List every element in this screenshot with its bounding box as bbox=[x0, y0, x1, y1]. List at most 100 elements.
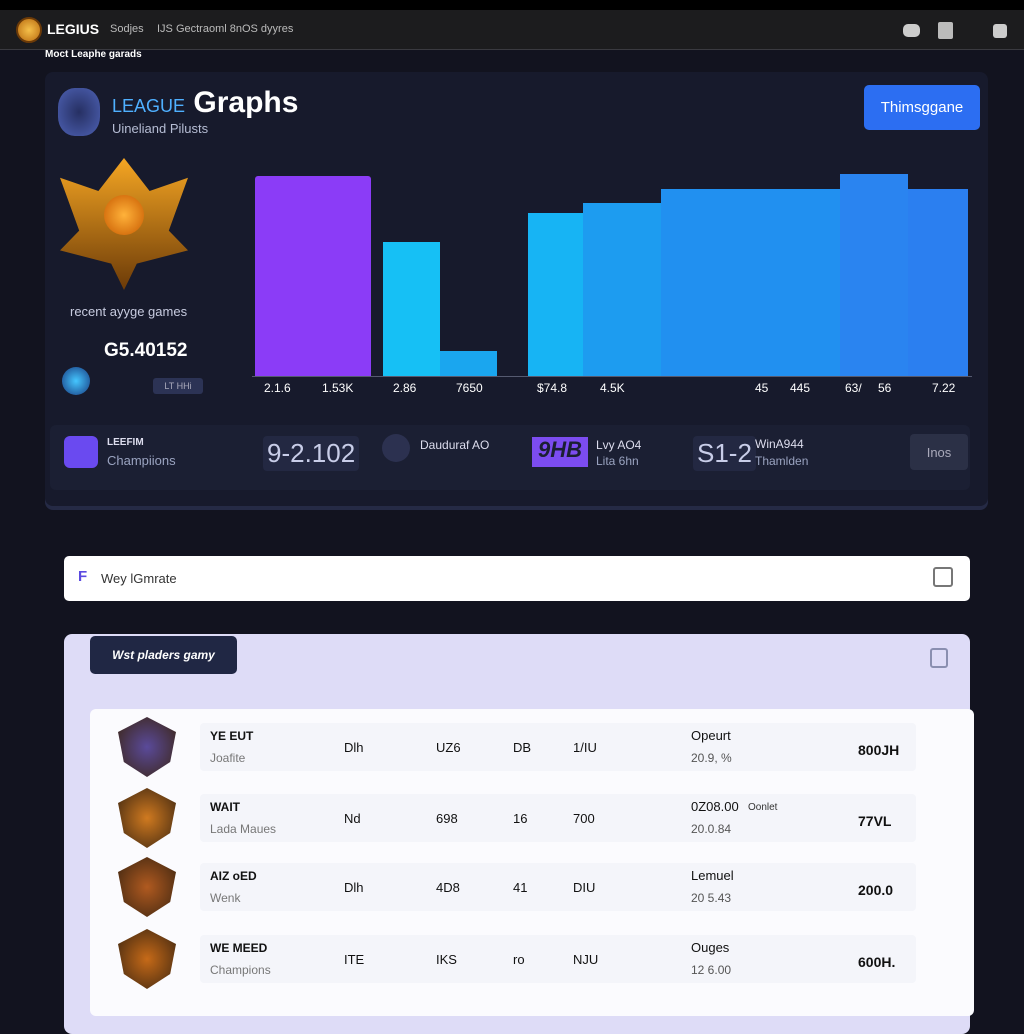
cell: ro bbox=[513, 952, 525, 967]
more-button[interactable]: Inos bbox=[910, 434, 968, 470]
chart-bar[interactable] bbox=[661, 188, 840, 376]
player-name: YE EUT bbox=[210, 729, 254, 743]
recent-value: G5.40152 bbox=[104, 340, 188, 361]
cell: 700 bbox=[573, 811, 595, 826]
stat-title: Lvy AO4 bbox=[596, 438, 642, 452]
window-top-strip bbox=[0, 0, 1024, 10]
player-sub: Joafite bbox=[210, 751, 246, 765]
chat-icon[interactable] bbox=[903, 24, 920, 37]
header-subtitle: Uineliand Pilusts bbox=[112, 121, 209, 136]
cell: Dlh bbox=[344, 880, 364, 895]
cell: UZ6 bbox=[436, 740, 461, 755]
cell: ITE bbox=[344, 952, 365, 967]
chart-bar[interactable] bbox=[255, 176, 371, 376]
page-title: LEAGUE Graphs bbox=[112, 86, 298, 120]
stat-sub: 20.0.84 bbox=[691, 822, 732, 836]
cell: NJU bbox=[573, 952, 599, 967]
stat-title: WinA944 bbox=[755, 437, 804, 451]
stat-sub: 20 5.43 bbox=[691, 891, 732, 905]
player-name: AIZ oED bbox=[210, 869, 257, 883]
document-icon[interactable] bbox=[938, 22, 953, 39]
table-row[interactable] bbox=[200, 723, 916, 771]
recent-label: recent ayyge games bbox=[70, 304, 188, 319]
nav-link[interactable]: IJS Gectraoml 8nOS dyyres bbox=[157, 23, 293, 35]
chart-tick-label: 63/ bbox=[845, 381, 862, 395]
stat-label: 0Z08.00 bbox=[691, 799, 739, 814]
chart-bar[interactable] bbox=[840, 174, 908, 376]
cell: IKS bbox=[436, 952, 457, 967]
champion-icon bbox=[64, 436, 98, 468]
bar-chart bbox=[252, 160, 972, 376]
player-name: WAIT bbox=[210, 800, 240, 814]
chart-tick-label: 2.1.6 bbox=[264, 381, 291, 395]
stat-sub: 20.9, % bbox=[691, 751, 732, 765]
row-total: 200.0 bbox=[858, 882, 894, 898]
chart-bar[interactable] bbox=[908, 188, 968, 376]
chart-tick-label: 7.22 bbox=[932, 381, 956, 395]
table-row[interactable] bbox=[200, 863, 916, 911]
cell: Dlh bbox=[344, 740, 364, 755]
brand-logo-icon[interactable] bbox=[16, 17, 42, 43]
title-main: Graphs bbox=[193, 86, 299, 119]
top-nav bbox=[0, 10, 1024, 50]
league-logo-icon bbox=[58, 88, 100, 136]
cell: 16 bbox=[513, 811, 528, 826]
chart-bar[interactable] bbox=[440, 351, 497, 376]
shield-icon bbox=[382, 434, 410, 462]
title-prefix: LEAGUE bbox=[112, 96, 186, 116]
chart-tick-label: $74.8 bbox=[537, 381, 568, 395]
stat-sub: Lita 6hn bbox=[596, 454, 639, 468]
chart-tick-label: 56 bbox=[878, 381, 892, 395]
stat-big: S1-2 bbox=[693, 436, 756, 471]
stat-label: Opeurt bbox=[691, 728, 731, 743]
stat-sub: Thamlden bbox=[755, 454, 809, 468]
stat-label: Ouges bbox=[691, 940, 730, 955]
chart-tick-label: 2.86 bbox=[393, 381, 417, 395]
user-icon[interactable] bbox=[993, 24, 1007, 38]
nav-link[interactable]: Sodjes bbox=[110, 23, 144, 35]
stat-sub: 12 6.00 bbox=[691, 963, 732, 977]
calendar-icon[interactable] bbox=[933, 567, 953, 587]
page-subtitle: Moct Leaphe garads bbox=[45, 49, 142, 60]
row-total: 77VL bbox=[858, 813, 892, 829]
stat-title: Dauduraf AO bbox=[420, 438, 490, 452]
stat-tag: Oonlet bbox=[748, 802, 778, 813]
player-sub: Wenk bbox=[210, 891, 241, 905]
chart-tick-label: 4.5K bbox=[600, 381, 625, 395]
table-row[interactable] bbox=[200, 935, 916, 983]
export-icon[interactable] bbox=[930, 648, 948, 668]
chart-bar[interactable] bbox=[383, 242, 440, 376]
stat-big: 9-2.102 bbox=[263, 436, 360, 471]
chart-tick-label: 7650 bbox=[456, 381, 483, 395]
player-sub: Lada Maues bbox=[210, 822, 277, 836]
orb-icon bbox=[62, 367, 90, 395]
cell: DIU bbox=[573, 880, 596, 895]
chart-bar[interactable] bbox=[583, 202, 661, 376]
stat-title: LEEFIM bbox=[107, 437, 144, 448]
chart-tick-label: 45 bbox=[755, 381, 769, 395]
header-button[interactable]: Thimsggane bbox=[864, 85, 980, 130]
row-total: 600H. bbox=[858, 954, 896, 970]
cell: DB bbox=[513, 740, 532, 755]
chart-tick-label: 1.53K bbox=[322, 381, 354, 395]
search-input[interactable] bbox=[64, 556, 970, 601]
stat-sub: Champiions bbox=[107, 453, 176, 468]
brand-name[interactable]: LEGIUS bbox=[47, 21, 99, 37]
chart-tick-label: 445 bbox=[790, 381, 811, 395]
stat-badge: 9HB bbox=[532, 437, 588, 467]
cell: 1/IU bbox=[573, 740, 597, 755]
cell: 4D8 bbox=[436, 880, 460, 895]
stat-label: Lemuel bbox=[691, 868, 734, 883]
cell: 41 bbox=[513, 880, 528, 895]
search-value: Wey lGmrate bbox=[101, 571, 177, 586]
table-row[interactable] bbox=[200, 794, 916, 842]
row-total: 800JH bbox=[858, 742, 900, 758]
chart-baseline bbox=[252, 376, 972, 377]
search-prefix: F bbox=[78, 568, 88, 585]
cell: Nd bbox=[344, 811, 361, 826]
rank-emblem-core bbox=[104, 195, 144, 235]
card-title-chip[interactable]: Wst pladers gamy bbox=[90, 636, 237, 674]
chart-bar[interactable] bbox=[528, 213, 583, 376]
filter-pill[interactable]: LT HHi bbox=[153, 378, 203, 394]
player-name: WE MEED bbox=[210, 941, 268, 955]
